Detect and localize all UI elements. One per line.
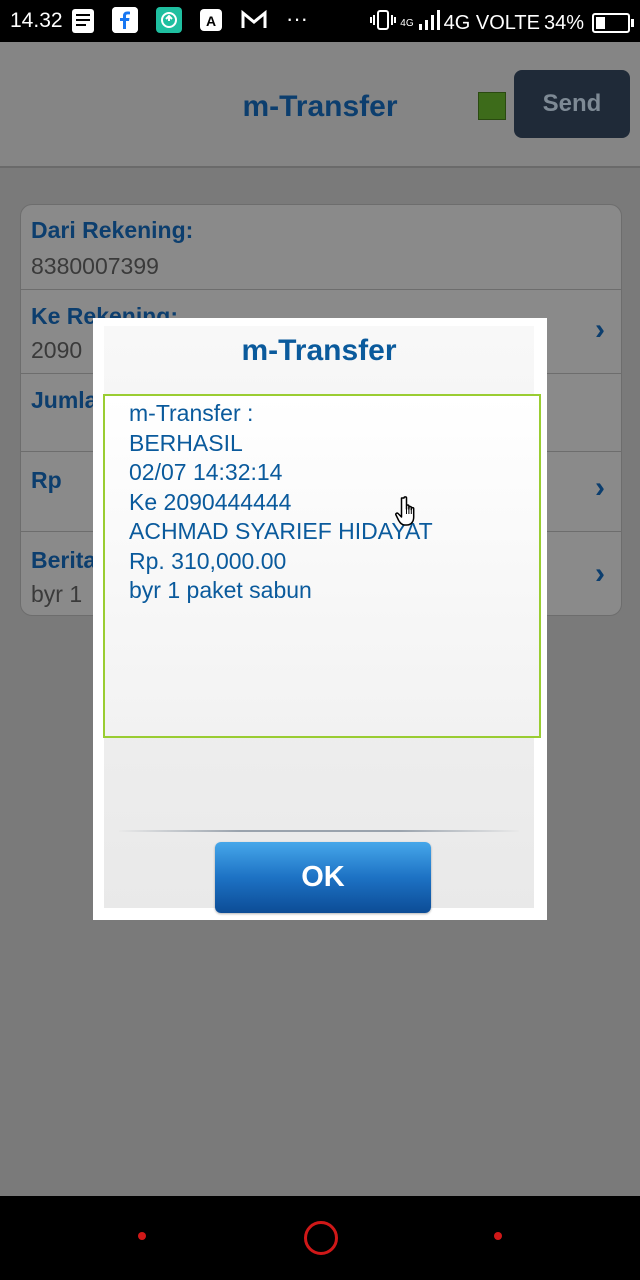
- amount-label: Rp: [31, 467, 62, 493]
- message-line: Rp. 310,000.00: [129, 548, 287, 574]
- battery-icon: [592, 13, 634, 33]
- vibrate-icon: [370, 9, 397, 37]
- send-button[interactable]: Send: [514, 70, 630, 138]
- message-value: byr 1: [31, 581, 83, 607]
- facebook-icon: [112, 7, 138, 33]
- home-nav-icon[interactable]: [304, 1221, 338, 1255]
- nav-bar: [0, 1196, 640, 1280]
- message-line: Ke 2090444444: [129, 489, 292, 515]
- dialog-divider: [119, 830, 519, 832]
- more-notifications-icon: ···: [286, 6, 308, 31]
- to-account-value: 2090: [31, 337, 83, 363]
- signal-icon: [418, 10, 440, 36]
- app-header: m-Transfer Send: [0, 42, 640, 168]
- message-line: byr 1 paket sabun: [129, 577, 312, 603]
- message-line: ACHMAD SYARIEF HIDAYAT: [129, 518, 433, 544]
- app-a-icon: A: [200, 9, 222, 31]
- form-row-from-account[interactable]: Dari Rekening: 8380007399: [21, 205, 621, 290]
- menu-nav-icon[interactable]: [138, 1232, 146, 1240]
- from-account-value: 8380007399: [31, 253, 159, 279]
- ok-button[interactable]: OK: [215, 842, 431, 913]
- dialog-title: m-Transfer: [241, 334, 397, 367]
- network-small-label: 4G: [400, 17, 414, 29]
- message-label: Berita: [31, 547, 97, 573]
- message-line: 02/07 14:32:14: [129, 459, 283, 485]
- message-line: m-Transfer :: [129, 400, 254, 426]
- hand-cursor-icon: [393, 494, 427, 528]
- news-icon: [72, 9, 94, 33]
- svg-text:A: A: [206, 13, 216, 29]
- network-label: 4G VOLTE: [443, 11, 540, 34]
- chevron-right-icon: ›: [595, 557, 605, 590]
- message-line: BERHASIL: [129, 430, 243, 456]
- back-nav-icon[interactable]: [494, 1232, 502, 1240]
- status-right: 4G 4G VOLTE 34%: [370, 9, 634, 37]
- status-time: 14.32: [10, 9, 63, 32]
- status-indicator: [478, 92, 506, 120]
- gmail-icon: [240, 7, 267, 33]
- from-account-label: Dari Rekening:: [31, 217, 194, 243]
- result-dialog: m-Transfer m-Transfer : BERHASIL 02/07 1…: [93, 318, 547, 920]
- chevron-right-icon: ›: [595, 313, 605, 346]
- app-icon: [156, 7, 182, 33]
- message-box: m-Transfer : BERHASIL 02/07 14:32:14 Ke …: [103, 394, 541, 738]
- chevron-right-icon: ›: [595, 471, 605, 504]
- dialog-body: m-Transfer m-Transfer : BERHASIL 02/07 1…: [103, 326, 541, 913]
- status-bar: 14.32 A ··· 4G 4G VOLTE 34%: [0, 0, 640, 42]
- battery-percent: 34%: [543, 11, 584, 34]
